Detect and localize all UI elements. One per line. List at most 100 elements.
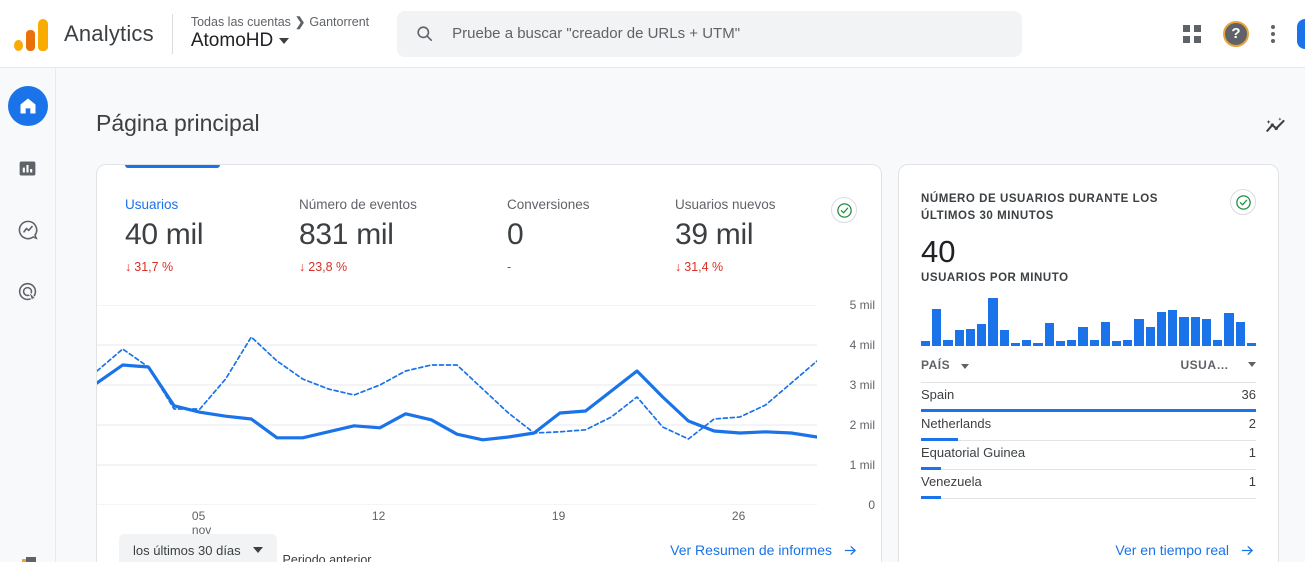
sidebar-item-partial[interactable]	[22, 554, 36, 562]
sparkline-bar	[1179, 317, 1189, 346]
arrow-down-icon: ↓	[299, 260, 306, 274]
table-header: PAÍS USUA…	[921, 358, 1256, 383]
sparkline-bar	[954, 330, 964, 346]
metric-label: Número de eventos	[299, 197, 417, 212]
avatar[interactable]	[1297, 18, 1305, 49]
apps-grid-icon[interactable]	[1183, 24, 1201, 43]
sidebar-item-advertising[interactable]	[8, 272, 48, 312]
help-icon[interactable]: ?	[1223, 20, 1249, 47]
date-range-label: los últimos 30 días	[133, 542, 241, 558]
overview-card: Usuarios 40 mil ↓ 31,7 % Número de event…	[96, 164, 882, 562]
sparkline-bar	[1246, 342, 1257, 346]
sidebar-item-explore[interactable]	[8, 210, 48, 250]
sparkline-bar	[965, 328, 976, 346]
arrow-right-icon	[844, 545, 856, 555]
breadcrumb-property: Gantorrent	[309, 14, 370, 29]
chevron-down-icon	[252, 547, 263, 553]
sparkline-bar	[1100, 321, 1110, 346]
sparkline-bar	[943, 339, 953, 346]
country-name: Spain	[921, 386, 955, 402]
sparkline-bar	[921, 341, 931, 346]
view-reports-summary-link[interactable]: Ver Resumen de informes	[670, 542, 859, 558]
realtime-subtitle: USUARIOS POR MINUTO	[921, 271, 1069, 284]
metric-label: Conversiones	[507, 197, 590, 212]
country-users: 36	[1241, 386, 1256, 402]
country-users: 1	[1248, 473, 1256, 489]
country-name: Equatorial Guinea	[921, 444, 1026, 460]
y-tick-label: 2 mil	[849, 418, 875, 432]
column-header-country[interactable]: PAÍS	[921, 358, 969, 372]
y-tick-label: 4 mil	[849, 338, 875, 352]
y-tick-label: 1 mil	[849, 458, 875, 472]
users-line-chart: 01 mil 2 mil 3 mil 4 mil 5 mil	[97, 298, 881, 512]
table-row[interactable]: Spain 36	[921, 383, 1256, 412]
arrow-down-icon: ↓	[675, 260, 682, 274]
chevron-down-icon	[960, 363, 969, 369]
sparkline-bar	[1213, 339, 1223, 346]
sparkline-bar	[1201, 318, 1212, 346]
view-realtime-link[interactable]: Ver en tiempo real	[1115, 542, 1256, 558]
metric-usuarios[interactable]: Usuarios 40 mil ↓ 31,7 %	[125, 197, 299, 274]
y-tick-label: 3 mil	[849, 378, 875, 392]
page-title: Página principal	[96, 110, 260, 136]
top-bar-actions: ?	[1183, 18, 1305, 49]
sparkline-bar	[1044, 322, 1054, 346]
sparkline-bar	[1022, 339, 1032, 346]
sparkline-bar	[977, 324, 987, 346]
chevron-down-icon	[279, 38, 290, 45]
breadcrumb-separator-icon: ❯	[294, 14, 306, 29]
metric-delta: ↓ 31,7 %	[125, 260, 174, 274]
metric-value: 0	[507, 218, 524, 251]
partial-icon	[22, 557, 36, 562]
country-users: 2	[1248, 415, 1256, 431]
country-bar	[921, 495, 942, 499]
sparkline-bar	[1055, 341, 1066, 346]
analytics-logo-icon	[14, 17, 54, 51]
search-input[interactable]: Pruebe a buscar "creador de URLs + UTM"	[397, 10, 1023, 57]
metric-value: 40 mil	[125, 218, 204, 251]
sparkline-bar	[1224, 313, 1234, 346]
search-icon	[417, 26, 433, 42]
more-vert-icon[interactable]	[1271, 24, 1275, 43]
date-range-selector[interactable]: los últimos 30 días	[119, 534, 277, 562]
sparkline-bar	[932, 308, 942, 346]
table-row[interactable]: Netherlands 2	[921, 412, 1256, 441]
main-content: Página principal Usuarios 40 mil ↓ 31,7	[56, 68, 1305, 562]
arrow-down-icon: ↓	[125, 260, 132, 274]
country-name: Netherlands	[921, 415, 992, 431]
account-selector[interactable]: Todas las cuentas ❯ Gantorrent AtomoHD	[191, 15, 369, 52]
table-row[interactable]: Equatorial Guinea 1	[921, 441, 1256, 470]
metric-eventos[interactable]: Número de eventos 831 mil ↓ 23,8 %	[299, 197, 507, 274]
sparkline-bar	[988, 297, 998, 346]
metric-conversiones[interactable]: Conversiones 0 -	[507, 197, 675, 274]
sparkline-bar	[1033, 342, 1043, 346]
sparkline-bar	[1156, 311, 1167, 346]
metric-delta: -	[507, 260, 512, 274]
header-divider	[171, 13, 173, 54]
table-row[interactable]: Venezuela 1	[921, 470, 1256, 499]
sparkline-bar	[1089, 339, 1099, 346]
breadcrumb-account: Todas las cuentas	[190, 14, 291, 29]
sparkline-bar	[1067, 339, 1077, 346]
insights-sparkle-icon[interactable]	[1259, 110, 1293, 144]
property-name-row[interactable]: AtomoHD	[191, 30, 369, 52]
metric-value: 39 mil	[675, 218, 754, 251]
sidebar-item-home[interactable]	[7, 86, 48, 126]
metric-usuarios-nuevos[interactable]: Usuarios nuevos 39 mil ↓ 31,4 %	[675, 197, 849, 274]
explore-compass-icon	[18, 220, 38, 240]
realtime-country-table: PAÍS USUA… Spain 36 Netherlands 2 Equatorial…	[921, 358, 1256, 499]
sparkline-bar	[1010, 342, 1021, 346]
sparkline-bar	[1145, 327, 1155, 346]
search-placeholder: Pruebe a buscar "creador de URLs + UTM"	[452, 25, 741, 42]
metric-label: Usuarios	[125, 197, 179, 212]
country-users: 1	[1248, 444, 1256, 460]
country-name: Venezuela	[921, 473, 982, 489]
metric-delta: ↓ 31,4 %	[675, 260, 724, 274]
column-header-users[interactable]: USUA…	[1180, 358, 1256, 372]
sidebar-item-reports[interactable]	[8, 148, 48, 188]
table-rows: Spain 36 Netherlands 2 Equatorial Guinea 1 Ven…	[921, 383, 1256, 499]
left-navigation-rail	[0, 68, 56, 562]
sparkline-bar	[1190, 317, 1200, 346]
sparkline-bar	[1235, 321, 1245, 346]
y-tick-label: 5 mil	[849, 298, 875, 312]
